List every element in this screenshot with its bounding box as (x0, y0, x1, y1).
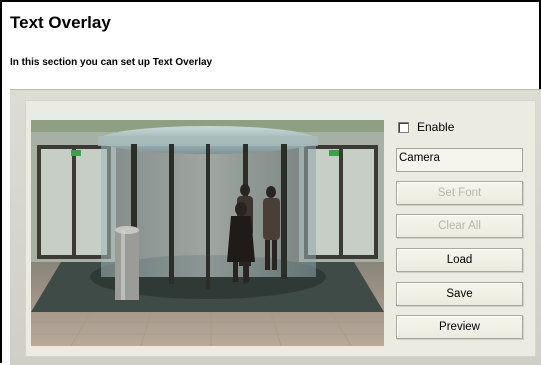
page-subtitle: In this section you can set up Text Over… (10, 57, 213, 68)
window-frame: Text Overlay In this section you can set… (0, 0, 541, 365)
save-button[interactable]: Save (396, 282, 523, 306)
overlay-text-input[interactable]: Camera (396, 148, 523, 172)
enable-row[interactable]: Enable (398, 120, 454, 134)
load-button[interactable]: Load (396, 248, 523, 272)
enable-label: Enable (417, 120, 455, 134)
enable-checkbox[interactable] (398, 121, 409, 133)
set-font-button[interactable]: Set Font (396, 181, 523, 205)
page-title: Text Overlay (10, 13, 111, 32)
settings-panel: Enable Camera Set Font Clear All Load Sa… (10, 89, 541, 365)
video-preview-image (31, 112, 384, 346)
clear-all-button[interactable]: Clear All (396, 214, 523, 238)
preview-button[interactable]: Preview (396, 315, 523, 339)
